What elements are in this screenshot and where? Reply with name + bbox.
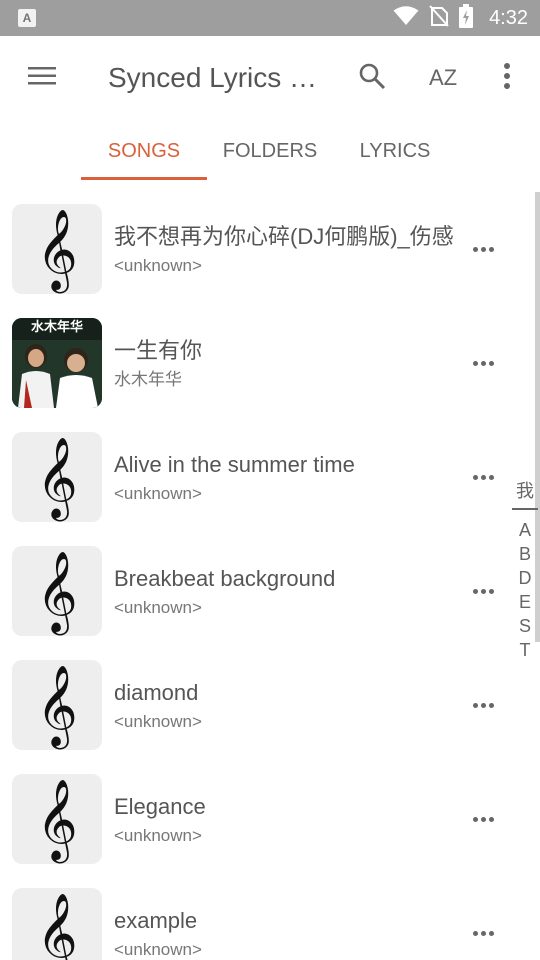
index-letter[interactable]: A [512, 518, 538, 542]
index-letter[interactable]: S [512, 614, 538, 638]
song-artist: <unknown> [114, 256, 202, 275]
status-bar: A 4:32 [0, 0, 540, 36]
song-more-button[interactable] [464, 806, 502, 832]
song-row[interactable]: 𝄞 example <unknown> [0, 876, 512, 960]
song-artist: <unknown> [114, 484, 202, 503]
treble-clef-icon: 𝄞 [36, 550, 78, 632]
song-row[interactable]: 𝄞 我不想再为你心碎(DJ何鹏版)_伤感 <unknown> [0, 192, 512, 306]
tab-folders[interactable]: FOLDERS [208, 136, 332, 168]
song-more-button[interactable] [464, 350, 502, 376]
song-title: 一生有你 [114, 338, 203, 363]
song-more-button[interactable] [464, 920, 502, 946]
song-title: Breakbeat background [114, 566, 336, 591]
tab-bar: SONGS FOLDERS LYRICS [0, 120, 540, 182]
app-title: Synced Lyrics Finder [108, 62, 323, 93]
song-title: example [114, 908, 198, 933]
tab-songs[interactable]: SONGS [81, 136, 207, 168]
song-more-button[interactable] [464, 464, 502, 490]
menu-icon [27, 65, 57, 92]
song-title: Elegance [114, 794, 206, 819]
status-icons: 4:32 [393, 0, 528, 36]
song-row[interactable]: 𝄞 diamond <unknown> [0, 648, 512, 762]
song-title: Alive in the summer time [114, 452, 355, 477]
song-more-button[interactable] [464, 578, 502, 604]
sort-az-icon: AZ [428, 65, 458, 90]
battery-charging-icon [459, 3, 474, 33]
index-letter[interactable]: T [512, 638, 538, 662]
song-title: diamond [114, 680, 199, 705]
song-thumbnail: 𝄞 [12, 204, 102, 294]
app-toolbar: Synced Lyrics Finder AZ [0, 36, 540, 120]
treble-clef-icon: 𝄞 [36, 892, 78, 960]
song-artist: <unknown> [114, 940, 202, 959]
song-more-button[interactable] [464, 236, 502, 262]
alphabet-index[interactable]: 我 A B D E S T [512, 476, 538, 662]
app-notification-icon: A [18, 9, 36, 27]
sort-az-button[interactable]: AZ [421, 56, 465, 100]
album-art: 水木年华 [12, 318, 102, 408]
tab-lyrics[interactable]: LYRICS [333, 136, 457, 168]
more-vert-icon [503, 62, 511, 94]
song-row[interactable]: 𝄞 Breakbeat background <unknown> [0, 534, 512, 648]
index-letter[interactable]: D [512, 566, 538, 590]
search-icon [358, 62, 386, 95]
status-time: 4:32 [489, 6, 528, 29]
song-artist: <unknown> [114, 712, 202, 731]
song-thumbnail: 𝄞 [12, 774, 102, 864]
song-thumbnail: 𝄞 [12, 660, 102, 750]
song-row[interactable]: 𝄞 Elegance <unknown> [0, 762, 512, 876]
song-row[interactable]: 水木年华 一生有你 水木年华 [0, 306, 512, 420]
song-artist: 水木年华 [114, 370, 182, 389]
treble-clef-icon: 𝄞 [36, 436, 78, 518]
song-list[interactable]: 𝄞 我不想再为你心碎(DJ何鹏版)_伤感 <unknown> 水木年华 一生有你… [0, 192, 512, 960]
index-letter[interactable]: B [512, 542, 538, 566]
no-sim-icon [429, 4, 449, 32]
treble-clef-icon: 𝄞 [36, 778, 78, 860]
song-row[interactable]: 𝄞 Alive in the summer time <unknown> [0, 420, 512, 534]
song-artist: <unknown> [114, 598, 202, 617]
wifi-icon [393, 5, 419, 31]
song-thumbnail: 𝄞 [12, 888, 102, 960]
song-thumbnail: 𝄞 [12, 546, 102, 636]
tab-indicator [81, 177, 207, 180]
menu-button[interactable] [22, 60, 62, 96]
index-letter[interactable]: 我 [512, 476, 538, 510]
song-title: 我不想再为你心碎(DJ何鹏版)_伤感 [114, 224, 454, 249]
treble-clef-icon: 𝄞 [36, 664, 78, 746]
index-letter[interactable]: E [512, 590, 538, 614]
song-artist: <unknown> [114, 826, 202, 845]
song-thumbnail: 𝄞 [12, 432, 102, 522]
overflow-menu-button[interactable] [485, 56, 529, 100]
album-art-text: 水木年华 [30, 319, 83, 334]
search-button[interactable] [350, 56, 394, 100]
treble-clef-icon: 𝄞 [36, 208, 78, 290]
song-more-button[interactable] [464, 692, 502, 718]
